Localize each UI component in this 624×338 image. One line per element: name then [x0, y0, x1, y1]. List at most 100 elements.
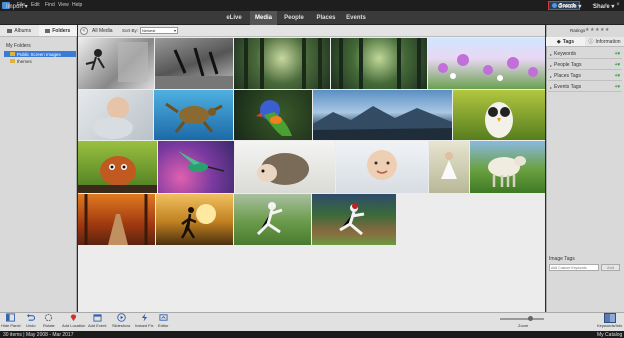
instant-fix-button[interactable]: Instant Fix [135, 313, 153, 328]
zoom-slider[interactable] [500, 318, 544, 320]
chevron-down-icon: ▾ [173, 28, 176, 33]
expand-icon: ▸ [550, 62, 553, 68]
thumbnail-skater[interactable] [78, 38, 154, 89]
tool-label: Add Location [62, 323, 86, 328]
thumbnail-owl-toy[interactable] [453, 90, 545, 140]
editor-button[interactable]: Editor [158, 313, 168, 328]
menu-help[interactable]: Help [72, 2, 82, 8]
left-panel [0, 25, 77, 312]
left-panel-tabs: Albums Folders [0, 25, 77, 37]
image-tags-label: Image Tags [549, 256, 575, 262]
create-button[interactable]: Create ▾ [558, 3, 581, 10]
thumbnail-baby-1[interactable] [78, 90, 153, 140]
menu-find[interactable]: Find [45, 2, 55, 8]
tab-events[interactable]: Events [343, 11, 369, 25]
back-button[interactable]: < [80, 27, 88, 35]
tool-label: Undo [26, 323, 36, 328]
add-icon[interactable]: +▾ [615, 51, 620, 57]
info-icon: ⓘ [588, 39, 594, 45]
tool-label: Add Event [88, 323, 107, 328]
menu-edit[interactable]: Edit [31, 2, 40, 8]
expand-icon: ▸ [550, 84, 553, 90]
folder-icon [45, 28, 51, 33]
folder-label: Public Screen Images [17, 51, 61, 57]
image-tag-input[interactable] [549, 264, 599, 271]
ratings-label: Ratings [570, 28, 586, 33]
add-icon[interactable]: +▾ [615, 73, 620, 79]
create-label: Create [558, 4, 577, 10]
thumbnail-lorikeet[interactable] [234, 90, 312, 140]
thumbnail-mountains[interactable] [313, 90, 452, 140]
tag-group-places[interactable]: ▸ Places Tags +▾ [548, 72, 622, 81]
thumbnail-forest-1[interactable] [234, 38, 330, 89]
play-icon [116, 313, 126, 322]
folder-item-themes[interactable]: themes [4, 58, 76, 64]
tab-tags-label: Tags [562, 38, 575, 45]
thumbnail-jogger-sunset[interactable] [156, 194, 233, 245]
tab-folders[interactable]: Folders [38, 25, 77, 36]
add-location-button[interactable]: Add Location [62, 313, 85, 328]
tag-group-label: People Tags [554, 62, 582, 68]
thumbnail-baseball-2[interactable] [312, 194, 396, 245]
share-label: Share [593, 4, 610, 10]
tab-people[interactable]: People [279, 11, 309, 25]
rating-stars[interactable]: ★★★★★ [585, 27, 610, 33]
thumbnail-hummingbird[interactable] [158, 141, 234, 193]
share-button[interactable]: Share ▾ [593, 3, 614, 10]
thumbnail-hedgehog[interactable] [235, 141, 335, 193]
rotate-button[interactable]: Rotate [43, 313, 55, 328]
media-grid [78, 37, 545, 312]
thumbnail-dancer[interactable] [429, 141, 469, 193]
thumbnail-forest-2[interactable] [331, 38, 427, 89]
tab-media[interactable]: Media [250, 11, 277, 25]
sort-by-select[interactable]: Newest ▾ [140, 27, 178, 34]
page-title: All Media [92, 28, 113, 34]
panel-icon [6, 313, 16, 322]
add-tag-button[interactable]: Add [601, 264, 620, 271]
tab-albums[interactable]: Albums [0, 25, 39, 36]
tool-label: Editor [158, 323, 169, 328]
thumbnail-baby-2[interactable] [336, 141, 428, 193]
hide-panel-button[interactable]: Hide Panel [1, 313, 21, 328]
thumbnail-turtle[interactable] [154, 90, 233, 140]
my-folders-heading: My Folders [6, 43, 31, 49]
thumbnail-flowers[interactable] [428, 38, 545, 89]
keywords-info-button[interactable]: Keywords/Info [597, 313, 622, 328]
add-event-button[interactable]: Add Event [88, 313, 106, 328]
tab-places[interactable]: Places [311, 11, 341, 25]
undo-icon [27, 313, 36, 321]
thumbnail-autumn-path[interactable] [78, 194, 155, 245]
thumbnail-runners[interactable] [155, 38, 233, 89]
tag-group-keywords[interactable]: ▸ Keywords +▾ [548, 50, 622, 59]
zoom-slider-handle[interactable] [528, 316, 533, 321]
add-icon[interactable]: +▾ [615, 84, 620, 90]
menu-view[interactable]: View [58, 2, 69, 8]
tool-label: Hide Panel [1, 323, 21, 328]
slideshow-button[interactable]: Slideshow [112, 313, 130, 328]
tool-label: Slideshow [112, 323, 131, 328]
expand-icon: ▸ [550, 73, 553, 79]
tool-label: Keywords/Info [597, 323, 623, 328]
undo-button[interactable]: Undo [26, 313, 36, 328]
import-button[interactable]: Import ▾ [6, 3, 28, 10]
tab-information[interactable]: ⓘ Information [585, 37, 624, 46]
tag-group-people[interactable]: ▸ People Tags +▾ [548, 61, 622, 70]
right-panel-tabs: ◆ Tags ⓘ Information [546, 37, 624, 47]
folder-icon [10, 52, 15, 56]
thumbnail-baseball-1[interactable] [234, 194, 311, 245]
thumbnail-lamb[interactable] [470, 141, 545, 193]
add-icon[interactable]: +▾ [615, 62, 620, 68]
tab-tags[interactable]: ◆ Tags [546, 37, 585, 46]
tag-group-events[interactable]: ▸ Events Tags +▾ [548, 83, 622, 92]
rotate-icon [45, 313, 53, 322]
tag-group-label: Keywords [554, 51, 576, 57]
status-bar [0, 331, 624, 338]
location-pin-icon [70, 314, 77, 322]
folder-label: themes [17, 58, 32, 64]
folder-item-public-screen-images[interactable]: Public Screen Images [4, 51, 76, 57]
thumbnail-red-panda[interactable] [78, 141, 157, 193]
status-catalog-name[interactable]: My Catalog [597, 332, 622, 338]
tab-folders-label: Folders [52, 27, 71, 34]
tab-elive[interactable]: eLive [218, 11, 250, 25]
tab-albums-label: Albums [14, 27, 32, 34]
